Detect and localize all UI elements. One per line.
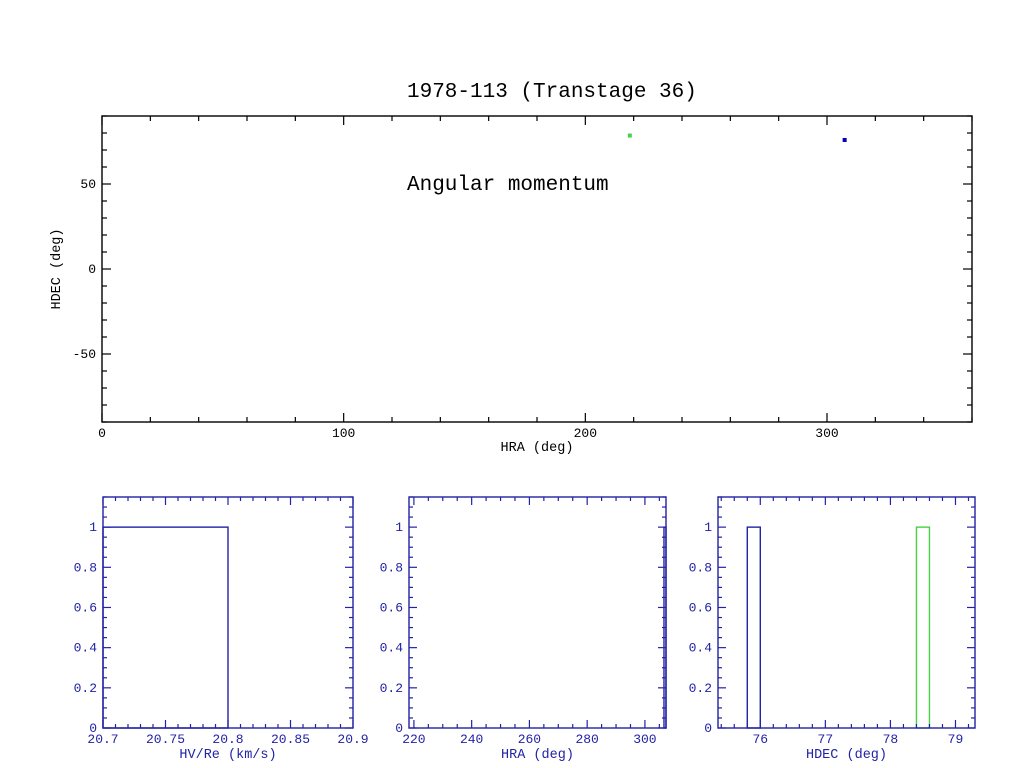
y-tick-label: 0.8 xyxy=(689,560,712,575)
y-tick-label: 0.4 xyxy=(689,641,713,656)
scatter-point xyxy=(627,133,632,138)
plots-canvas: 0 100 200 300-50050HRA (deg)HDEC (deg)20.7 2… xyxy=(50,115,976,763)
x-tick-label: 300 xyxy=(815,426,838,441)
y-tick-label: 0.8 xyxy=(380,560,403,575)
y-tick-label: 0.2 xyxy=(74,681,97,696)
histogram-bar xyxy=(746,526,761,729)
hist-hdec-chart: 76 77 78 79 0 0.2 0.4 0.6 0.8 1 HDEC (deg) xyxy=(689,496,976,763)
axis-ticks xyxy=(409,496,666,729)
y-tick-label: -50 xyxy=(73,347,96,362)
x-tick-label: 240 xyxy=(460,732,483,747)
y-tick-label: 0.4 xyxy=(74,641,98,656)
x-axis-label: HV/Re (km/s) xyxy=(179,748,276,763)
y-tick-label: 50 xyxy=(80,177,96,192)
plot-frame xyxy=(408,496,667,729)
y-tick-label: 0 xyxy=(88,262,96,277)
x-axis-label: HRA (deg) xyxy=(501,441,574,456)
scatter-main-chart: 0 100 200 300 -50 0 50 HRA (deg) HDEC (deg) xyxy=(50,115,973,456)
tick-labels: 20.7 20.75 20.8 20.85 20.900.20.40.60.81 xyxy=(74,520,369,747)
plot-page: 1978-113 (Transtage 36) Angular momentum… xyxy=(0,0,1024,768)
x-tick-label: 76 xyxy=(752,732,768,747)
y-tick-label: 0.2 xyxy=(689,681,712,696)
y-tick-label: 0 xyxy=(89,721,97,736)
x-axis-label: HRA (deg) xyxy=(501,748,574,763)
x-tick-label: 280 xyxy=(575,732,598,747)
tick-labels: 220 240 260 280 300 0 0.2 0.4 0.6 0.8 1 xyxy=(380,520,657,747)
histogram-bar xyxy=(915,526,931,729)
y-tick-label: 0 xyxy=(704,721,712,736)
x-tick-label: 77 xyxy=(818,732,834,747)
plot-frame xyxy=(101,115,973,423)
x-tick-label: 200 xyxy=(574,426,597,441)
x-tick-label: 20.9 xyxy=(337,732,368,747)
plot-frame xyxy=(717,496,976,729)
histogram-bar xyxy=(102,526,229,729)
x-tick-label: 300 xyxy=(633,732,656,747)
x-tick-label: 100 xyxy=(332,426,355,441)
y-tick-label: 1 xyxy=(395,520,403,535)
hist-hra-chart: 220 240 260 280 300 0 0.2 0.4 0.6 0.8 1 HRA (deg) xyxy=(380,496,667,763)
x-tick-label: 0 xyxy=(98,426,106,441)
x-tick-label: 20.8 xyxy=(212,732,243,747)
scatter-point xyxy=(842,137,847,142)
y-tick-label: 0.4 xyxy=(380,641,404,656)
tick-labels: 76 77 78 79 0 0.2 0.4 0.6 0.8 1 xyxy=(689,520,964,747)
y-axis-label: HDEC (deg) xyxy=(50,228,65,309)
axis-ticks xyxy=(718,496,975,729)
y-tick-label: 1 xyxy=(704,520,712,535)
x-tick-label: 20.75 xyxy=(146,732,185,747)
x-tick-label: 20.85 xyxy=(271,732,310,747)
y-tick-label: 0.6 xyxy=(689,600,712,615)
hist-hvre-chart: 20.7 20.75 20.8 20.85 20.900.20.40.60.81HV/R… xyxy=(74,496,369,763)
x-tick-label: 78 xyxy=(883,732,899,747)
tick-labels: 0 100 200 300 -50 0 50 xyxy=(73,177,839,441)
y-tick-label: 0.8 xyxy=(74,560,97,575)
x-tick-label: 260 xyxy=(518,732,541,747)
x-tick-label: 220 xyxy=(402,732,425,747)
x-axis-label: HDEC (deg) xyxy=(806,748,887,763)
x-tick-label: 79 xyxy=(948,732,964,747)
y-tick-label: 0.6 xyxy=(74,600,97,615)
y-tick-label: 0.2 xyxy=(380,681,403,696)
y-tick-label: 0 xyxy=(395,721,403,736)
y-tick-label: 0.6 xyxy=(380,600,403,615)
y-tick-label: 1 xyxy=(89,520,97,535)
axis-ticks xyxy=(101,115,973,423)
